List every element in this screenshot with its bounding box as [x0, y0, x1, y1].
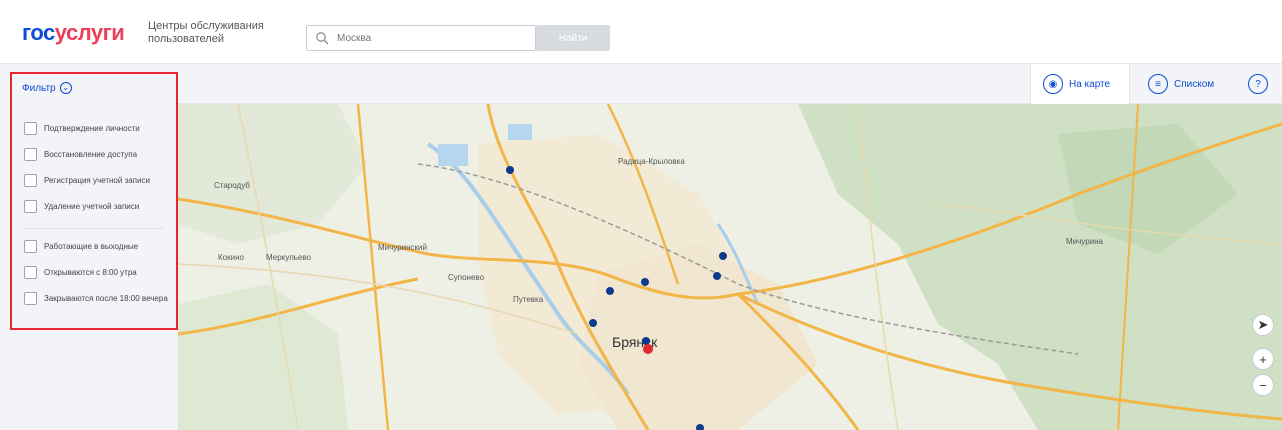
filter-label: Регистрация учетной записи [44, 176, 150, 185]
tab-map-label: На карте [1069, 78, 1111, 90]
filter-label: Удаление учетной записи [44, 202, 140, 211]
map-label: Мичурина [1066, 237, 1104, 246]
map-canvas[interactable]: Стародуб Кокино Мичуринский Супонево Пут… [178, 104, 1282, 430]
filter-closes-after-18[interactable]: Закрываются после 18:00 вечера [24, 292, 174, 305]
gosuslugi-logo[interactable]: госуслуги [22, 20, 125, 46]
zoom-out-button[interactable]: − [1252, 374, 1274, 396]
chevron-down-icon: ⌄ [59, 82, 72, 94]
help-icon: ? [1248, 74, 1268, 94]
filter-account-deletion[interactable]: Удаление учетной записи [24, 200, 174, 213]
map-pin-icon: ◉ [1043, 74, 1063, 94]
filter-divider [24, 228, 164, 229]
checkbox[interactable] [24, 122, 37, 135]
filter-opens-8am[interactable]: Открываются с 8:00 утра [24, 266, 174, 279]
checkbox[interactable] [24, 148, 37, 161]
locate-icon[interactable]: ➤ [1252, 314, 1274, 336]
map-label: Кокино [218, 253, 244, 262]
map-label: Радица-Крыловка [618, 157, 685, 166]
filter-sidebar: Фильтр ⌄ Подтверждение личности Восстано… [0, 64, 178, 430]
zoom-in-button[interactable]: + [1252, 348, 1274, 370]
filter-label: Подтверждение личности [44, 124, 140, 133]
service-center-marker[interactable] [589, 319, 597, 327]
map-label: Путевка [513, 295, 544, 304]
lake [438, 144, 468, 166]
map-view[interactable]: Стародуб Кокино Мичуринский Супонево Пут… [178, 104, 1282, 430]
main-location-marker[interactable] [643, 344, 653, 354]
header: госуслуги Центры обслуживания пользовате… [0, 0, 1282, 64]
list-icon: ≡ [1148, 74, 1168, 94]
filter-label: Открываются с 8:00 утра [44, 268, 137, 277]
search-button[interactable]: Найти [536, 25, 610, 51]
filter-account-registration[interactable]: Регистрация учетной записи [24, 174, 174, 187]
filter-label: Восстановление доступа [44, 150, 138, 159]
checkbox[interactable] [24, 200, 37, 213]
tab-list[interactable]: ≡ Списком [1148, 64, 1228, 104]
service-center-marker[interactable] [641, 278, 649, 286]
filter-label: Работающие в выходные [44, 242, 139, 251]
tab-list-label: Списком [1174, 78, 1215, 90]
service-center-marker[interactable] [713, 272, 721, 280]
service-center-marker[interactable] [606, 287, 614, 295]
search-box[interactable] [306, 25, 536, 51]
map-label: Мичуринский [378, 243, 427, 252]
search-input[interactable] [337, 29, 527, 47]
map-label: Супонево [448, 273, 485, 282]
filter-panel-highlight: Фильтр ⌄ Подтверждение личности Восстано… [10, 72, 178, 330]
search-icon [316, 32, 329, 45]
service-center-marker[interactable] [719, 252, 727, 260]
filter-identity-confirmation[interactable]: Подтверждение личности [24, 122, 174, 135]
filter-weekends[interactable]: Работающие в выходные [24, 240, 174, 253]
filter-toggle[interactable]: Фильтр ⌄ [22, 82, 72, 94]
page-subtitle: Центры обслуживания пользователей [148, 20, 264, 45]
checkbox[interactable] [24, 174, 37, 187]
logo-part1: гос [22, 20, 55, 45]
filter-title: Фильтр [22, 82, 56, 94]
service-center-marker[interactable] [506, 166, 514, 174]
tab-map[interactable]: ◉ На карте [1030, 64, 1130, 104]
lake [508, 124, 532, 140]
filter-access-restore[interactable]: Восстановление доступа [24, 148, 174, 161]
logo-part2: услуги [54, 20, 125, 45]
checkbox[interactable] [24, 240, 37, 253]
map-label: Меркульево [266, 253, 312, 262]
checkbox[interactable] [24, 292, 37, 305]
map-label: Стародуб [214, 181, 250, 190]
checkbox[interactable] [24, 266, 37, 279]
filter-label: Закрываются после 18:00 вечера [44, 294, 168, 303]
view-toolbar: ◉ На карте ≡ Списком ? [0, 64, 1282, 104]
help-button[interactable]: ? [1248, 64, 1272, 104]
service-center-marker[interactable] [642, 337, 650, 345]
